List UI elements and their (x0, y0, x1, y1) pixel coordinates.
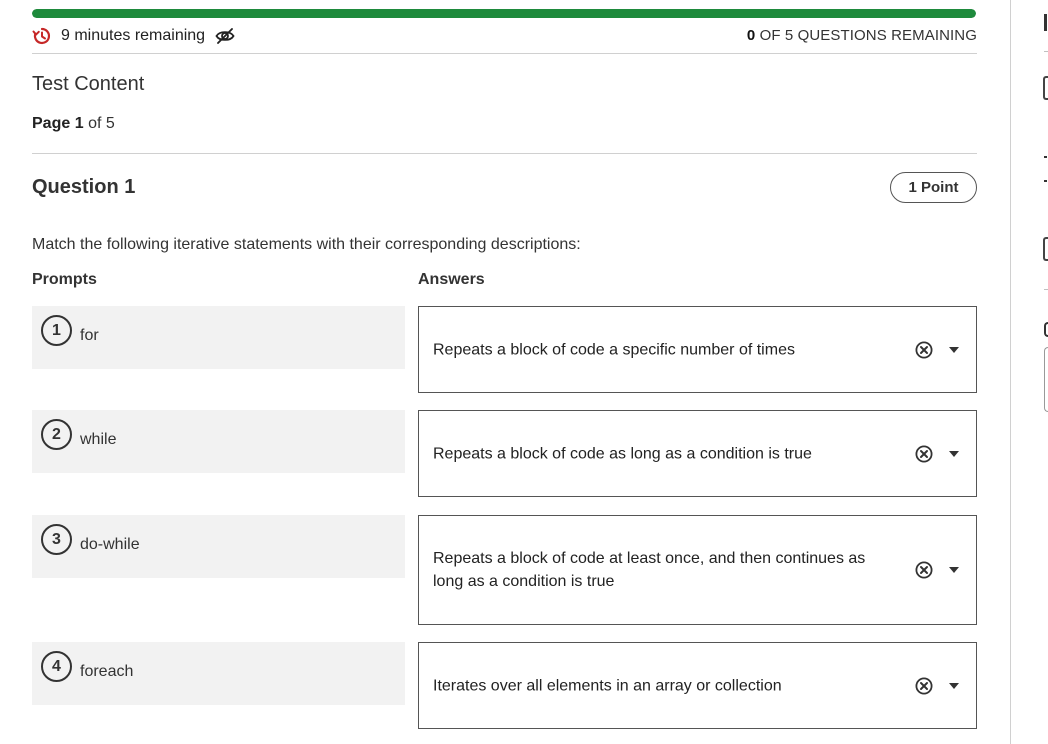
caret-down-icon[interactable] (946, 564, 962, 576)
answer-select[interactable]: Iterates over all elements in an array o… (418, 642, 977, 729)
page-label: Page (32, 115, 71, 132)
caret-down-icon[interactable] (946, 344, 962, 356)
sidebar-divider (1044, 51, 1048, 52)
timer-text: 9 minutes remaining (61, 27, 206, 44)
caret-down-icon[interactable] (946, 680, 962, 692)
prompt-item: 2 while (32, 410, 405, 473)
answer-select[interactable]: Repeats a block of code at least once, a… (418, 515, 977, 625)
prompt-number: 3 (41, 524, 72, 555)
answer-select[interactable]: Repeats a block of code a specific numbe… (418, 306, 977, 393)
answer-text: Repeats a block of code at least once, a… (433, 550, 866, 590)
prompt-number: 1 (41, 315, 72, 346)
answer-text: Repeats a block of code a specific numbe… (433, 341, 795, 358)
divider (32, 53, 977, 54)
timer-row: 9 minutes remaining 0 OF 5 QUESTIONS REM… (32, 24, 977, 48)
progress-bar (32, 9, 976, 18)
answers-header: Answers (418, 271, 485, 288)
caret-down-icon[interactable] (946, 448, 962, 460)
question-instructions: Match the following iterative statements… (32, 236, 581, 253)
page-total: of 5 (88, 115, 115, 132)
prompt-text: while (80, 431, 117, 448)
prompt-number: 2 (41, 419, 72, 450)
sidebar-glyph-fragment (1044, 322, 1048, 337)
sidebar-divider (1044, 289, 1048, 290)
sidebar-glyph-fragment (1044, 14, 1047, 31)
answer-select[interactable]: Repeats a block of code as long as a con… (418, 410, 977, 497)
points-badge: 1 Point (890, 172, 977, 203)
clear-circle-icon[interactable] (914, 676, 934, 696)
prompt-item: 4 foreach (32, 642, 405, 705)
questions-remaining: 0 OF 5 QUESTIONS REMAINING (747, 24, 977, 48)
sidebar-glyph-fragment (1044, 156, 1047, 158)
answer-text: Iterates over all elements in an array o… (433, 677, 782, 694)
clear-circle-icon[interactable] (914, 444, 934, 464)
divider (32, 153, 977, 154)
sidebar-divider (1010, 0, 1011, 744)
eye-slash-icon[interactable] (215, 26, 235, 46)
page-indicator: Page 1 of 5 (32, 115, 115, 133)
prompt-number: 4 (41, 651, 72, 682)
clear-circle-icon[interactable] (914, 560, 934, 580)
clear-circle-icon[interactable] (914, 340, 934, 360)
test-title: Test Content (32, 73, 145, 95)
prompt-text: do-while (80, 536, 140, 553)
test-main-panel: 9 minutes remaining 0 OF 5 QUESTIONS REM… (32, 0, 977, 744)
sidebar-input-fragment[interactable] (1044, 347, 1048, 412)
prompt-item: 1 for (32, 306, 405, 369)
sidebar-button-fragment[interactable] (1043, 76, 1048, 100)
progress-fill (32, 9, 976, 18)
prompts-header: Prompts (32, 271, 97, 288)
sidebar-button-fragment[interactable] (1043, 237, 1048, 261)
sidebar-glyph-fragment (1044, 180, 1047, 182)
questions-remaining-count: 0 (746, 27, 756, 44)
questions-remaining-label: OF 5 QUESTIONS REMAINING (759, 27, 977, 44)
answer-text: Repeats a block of code as long as a con… (433, 445, 812, 462)
page-current: 1 (74, 115, 84, 132)
prompt-text: foreach (80, 663, 134, 680)
prompt-item: 3 do-while (32, 515, 405, 578)
question-title: Question 1 (32, 176, 136, 198)
timer-icon (32, 26, 52, 46)
prompt-text: for (80, 327, 99, 344)
